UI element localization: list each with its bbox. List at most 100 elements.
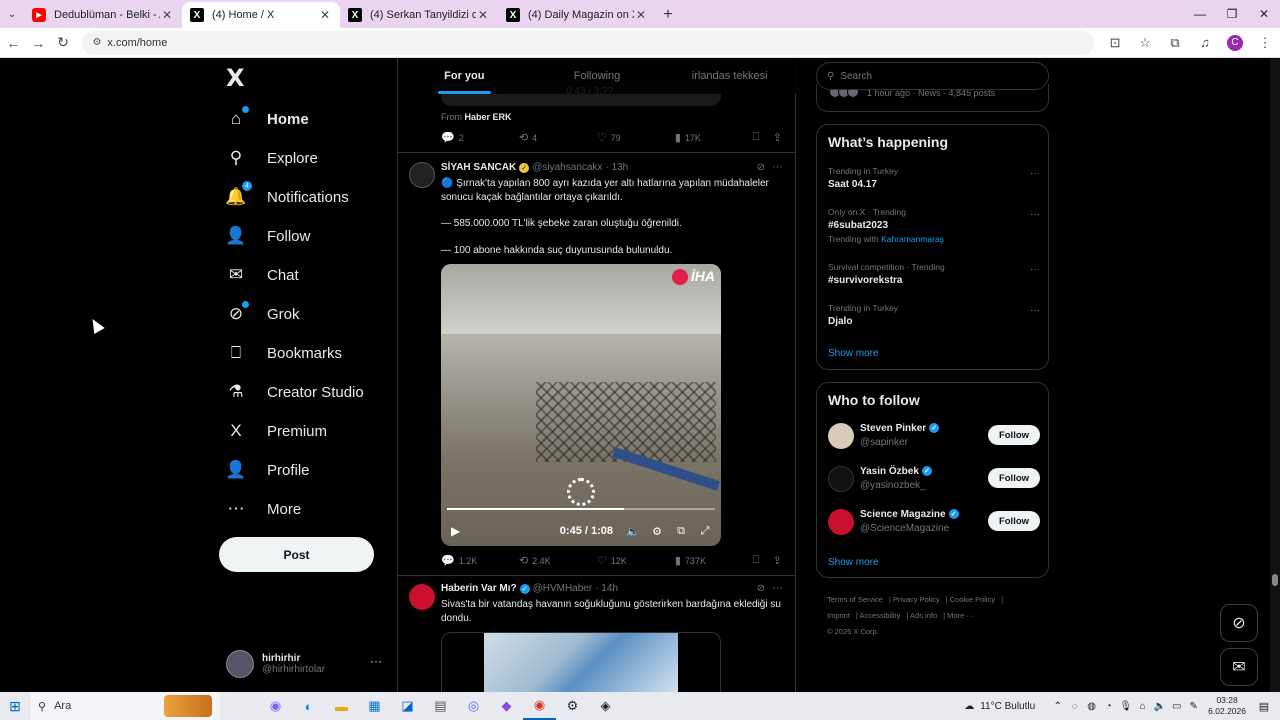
tray-app-icon[interactable]: ◍	[1083, 701, 1100, 712]
search-input[interactable]: ⚲ Search	[816, 62, 1049, 90]
tab-search-chevron-icon[interactable]: ⌄	[0, 0, 24, 28]
site-info-icon[interactable]: ⚙	[92, 37, 101, 48]
nav-item-more[interactable]: ⋯ More	[226, 494, 302, 524]
bookmark-button[interactable]: ⎕	[753, 131, 773, 144]
nav-item-chat[interactable]: ✉ Chat	[226, 260, 299, 290]
discord-icon[interactable]: ◎	[457, 692, 490, 720]
picture-in-picture-icon[interactable]: ⧉	[669, 525, 693, 538]
like-button[interactable]: ♡ 79	[597, 131, 675, 144]
close-window-icon[interactable]: ✕	[1248, 0, 1280, 28]
browser-tab-x-home[interactable]: X (4) Home / X ✕	[182, 2, 340, 28]
browser-tab-youtube[interactable]: ▶ Dedublüman - Belki - Akustik ✕	[24, 2, 182, 28]
profile-avatar-icon[interactable]: C	[1227, 34, 1244, 51]
footer-link[interactable]: Ads info	[910, 611, 937, 620]
reply-button[interactable]: 💬 2	[441, 131, 519, 144]
scrollbar[interactable]	[1270, 58, 1280, 692]
footer-link[interactable]: Accessibility	[860, 611, 901, 620]
follow-button[interactable]: Follow	[988, 468, 1040, 488]
forward-icon[interactable]: →	[27, 35, 50, 51]
reply-button[interactable]: 💬 1.2K	[441, 554, 519, 567]
tab-list[interactable]: irlandas tekkesi	[663, 58, 796, 94]
minimize-icon[interactable]: —	[1184, 0, 1216, 28]
messages-fab-icon[interactable]: ✉	[1220, 648, 1258, 686]
trend-item[interactable]: Only on X · Trending #6subat2023 Trendin…	[828, 207, 1040, 244]
battery-icon[interactable]: ▭	[1168, 701, 1185, 712]
more-icon[interactable]: ···	[1030, 168, 1040, 179]
author-handle[interactable]: @siyahsancakx	[532, 162, 602, 173]
close-icon[interactable]: ✕	[634, 8, 648, 22]
fullscreen-icon[interactable]: ⤢	[693, 525, 717, 538]
nav-item-premium[interactable]: X Premium	[226, 416, 327, 446]
like-button[interactable]: ♡ 12K	[597, 554, 675, 567]
footer-link[interactable]: Imprint	[827, 611, 850, 620]
tweet-image[interactable]	[441, 632, 721, 692]
outlook-icon[interactable]: ◪	[391, 692, 424, 720]
follow-button[interactable]: Follow	[988, 511, 1040, 531]
account-switcher[interactable]: hirhirhir @hirhirhirtolar ···	[226, 648, 386, 680]
edge-icon[interactable]: ◐	[292, 692, 325, 720]
grok-icon[interactable]: ⊘	[757, 583, 765, 594]
reload-icon[interactable]: ↻	[52, 34, 75, 51]
app-icon[interactable]: ▤	[424, 692, 457, 720]
follow-suggestion[interactable]: Science Magazine ✓ @ScienceMagazine Follo…	[828, 509, 1040, 537]
show-more-link[interactable]: Show more	[828, 557, 879, 568]
new-tab-button[interactable]: +	[656, 2, 680, 28]
more-icon[interactable]: ···	[370, 654, 382, 668]
app-icon[interactable]: ◈	[589, 692, 622, 720]
notification-center-icon[interactable]: ▤	[1254, 700, 1274, 713]
microphone-icon[interactable]: 🎙	[1117, 701, 1134, 712]
clock[interactable]: 03:28 6.02.2026	[1208, 695, 1246, 717]
file-explorer-icon[interactable]: ▬	[325, 692, 358, 720]
back-icon[interactable]: ←	[2, 35, 25, 51]
repost-button[interactable]: ⟲ 4	[519, 131, 597, 144]
footer-link[interactable]: Terms of Service	[827, 595, 883, 604]
tab-for-you[interactable]: For you	[398, 58, 531, 94]
share-button[interactable]: ⇪	[773, 131, 786, 144]
x-logo-icon[interactable]: X	[226, 64, 245, 92]
tray-app-icon[interactable]: ◔	[1100, 701, 1117, 712]
more-icon[interactable]: ···	[772, 582, 783, 594]
author-name[interactable]: Haberin Var Mı?	[441, 583, 517, 594]
install-app-icon[interactable]: ⊡	[1100, 35, 1130, 51]
trend-item[interactable]: Survival competition · Trending #survivo…	[828, 262, 1040, 286]
copilot-icon[interactable]: ◉	[259, 692, 292, 720]
nav-item-explore[interactable]: ⚲ Explore	[226, 143, 318, 173]
windows-start-icon[interactable]: ⊞	[0, 692, 30, 720]
more-icon[interactable]: ···	[1030, 305, 1040, 316]
avatar[interactable]	[409, 584, 435, 610]
source-name[interactable]: Haber ERK	[465, 112, 512, 122]
repost-button[interactable]: ⟲ 2.4K	[519, 554, 597, 567]
views-button[interactable]: ▮ 17K	[675, 131, 753, 144]
nav-item-grok[interactable]: ⊘ Grok	[226, 299, 300, 329]
share-button[interactable]: ⇪	[773, 554, 786, 567]
settings-gear-icon[interactable]: ⚙	[645, 525, 669, 538]
close-icon[interactable]: ✕	[318, 8, 332, 22]
url-field[interactable]: ⚙ x.com/home	[82, 30, 1095, 55]
footer-link[interactable]: Privacy Policy	[893, 595, 940, 604]
volume-icon[interactable]: 🔈	[621, 525, 645, 538]
more-icon[interactable]: ···	[1030, 209, 1040, 220]
tab-following[interactable]: Following	[531, 58, 664, 94]
nav-item-home[interactable]: ⌂ Home	[226, 104, 309, 134]
close-icon[interactable]: ✕	[476, 8, 490, 22]
pen-icon[interactable]: ✎	[1185, 701, 1202, 712]
grok-icon[interactable]: ⊘	[757, 162, 765, 173]
more-icon[interactable]: ···	[1030, 264, 1040, 275]
avatar[interactable]	[409, 162, 435, 188]
speaker-icon[interactable]: 🔈	[1151, 701, 1168, 712]
app-icon[interactable]: ◆	[490, 692, 523, 720]
more-icon[interactable]: ···	[772, 161, 783, 173]
tweet-time[interactable]: · 13h	[605, 162, 628, 173]
browser-menu-icon[interactable]: ⋮	[1250, 35, 1280, 51]
nav-item-creator-studio[interactable]: ⚗ Creator Studio	[226, 377, 363, 407]
trend-item[interactable]: Trending in Turkey Saat 04.17 ···	[828, 166, 1040, 190]
grok-fab-icon[interactable]: ⊘	[1220, 604, 1258, 642]
trend-link[interactable]: Kahramanmaraş	[881, 234, 944, 244]
browser-tab-x-daily[interactable]: X (4) Daily Magazin on X: "Esra Er ✕	[498, 2, 656, 28]
bookmark-button[interactable]: ⎕	[753, 554, 773, 567]
nav-item-notifications[interactable]: 🔔 4 Notifications	[225, 181, 349, 212]
tweet-time[interactable]: · 14h	[595, 583, 618, 594]
nav-item-profile[interactable]: 👤 Profile	[225, 455, 309, 485]
footer-link[interactable]: More ···	[947, 611, 974, 620]
extensions-icon[interactable]: ⧉	[1160, 35, 1190, 51]
